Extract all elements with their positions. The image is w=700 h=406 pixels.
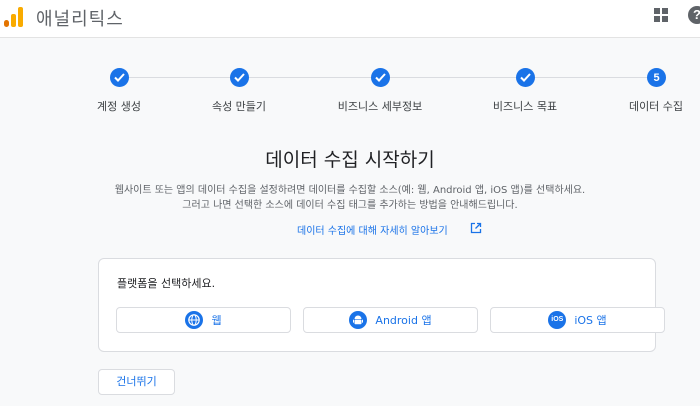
- skip-button[interactable]: 건너뛰기: [98, 369, 175, 395]
- step-connector: [249, 77, 371, 78]
- step-4-check-icon: [516, 68, 535, 87]
- step-2-check-icon: [230, 68, 249, 87]
- ios-platform-button[interactable]: iOS iOS 앱: [490, 307, 665, 333]
- top-app-bar: 애널리틱스 ?: [0, 0, 700, 38]
- page-title: 데이터 수집 시작하기: [265, 149, 435, 171]
- platform-card-title: 플랫폼을 선택하세요.: [117, 277, 216, 290]
- android-platform-button[interactable]: Android 앱: [303, 307, 478, 333]
- app-title: 애널리틱스: [36, 9, 124, 30]
- step-1-check-icon: [110, 68, 129, 87]
- step-label-business-goals: 비즈니스 목표: [492, 100, 558, 113]
- step-label-business-details: 비즈니스 세부정보: [337, 100, 423, 113]
- android-icon: [349, 311, 368, 329]
- platform-selection-card: 플랫폼을 선택하세요. 웹 Android 앱 iOS iOS 앱: [98, 258, 665, 352]
- step-3-check-icon: [371, 68, 390, 87]
- ios-icon: iOS: [548, 311, 567, 329]
- step-label-data-collection: 데이터 수집: [628, 100, 684, 113]
- ios-button-label: iOS 앱: [574, 314, 607, 327]
- open-in-new-icon[interactable]: [470, 222, 482, 234]
- step-connector: [535, 77, 647, 78]
- setup-stepper: 5 계정 생성 속성 만들기 비즈니스 세부정보 비즈니스 목표 데이터 수집: [0, 62, 700, 122]
- android-button-label: Android 앱: [375, 314, 432, 327]
- google-analytics-logo[interactable]: [3, 5, 23, 27]
- description-line-1: 웹사이트 또는 앱의 데이터 수집을 설정하려면 데이터를 수집할 소스(예: …: [114, 185, 586, 196]
- learn-more-link[interactable]: 데이터 수집에 대해 자세히 알아보기: [297, 222, 448, 237]
- step-5-current: 5: [647, 68, 666, 87]
- apps-grid-icon[interactable]: [654, 8, 668, 22]
- globe-icon: [185, 311, 204, 329]
- description-line-2: 그러고 나면 선택한 소스에 데이터 수집 태그를 추가하는 방법을 안내해드립…: [182, 200, 518, 211]
- step-label-property: 속성 만들기: [211, 100, 267, 113]
- help-icon[interactable]: ?: [688, 6, 700, 24]
- step-connector: [390, 77, 516, 78]
- step-label-account: 계정 생성: [97, 100, 141, 113]
- step-connector: [129, 77, 230, 78]
- web-button-label: 웹: [211, 314, 222, 327]
- web-platform-button[interactable]: 웹: [116, 307, 291, 333]
